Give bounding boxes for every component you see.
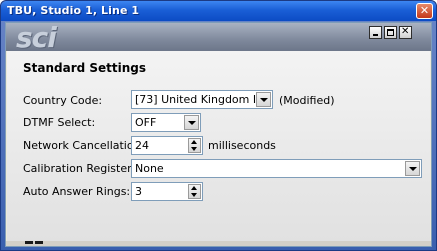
status-indicator: [35, 241, 43, 244]
calibration-register-label: Calibration Register:: [23, 162, 136, 175]
brand-bar: sci ✕: [6, 21, 431, 54]
country-code-label: Country Code:: [23, 94, 103, 107]
title-close-button[interactable]: ✕: [416, 3, 433, 19]
country-code-dropdown[interactable]: [73] United Kingdom II: [131, 90, 273, 109]
calibration-register-value: None: [135, 162, 164, 175]
inner-restore-button[interactable]: [384, 26, 397, 39]
window-title: TBU, Studio 1, Line 1: [7, 4, 140, 17]
auto-answer-rings-spinner[interactable]: 3: [131, 182, 203, 201]
chevron-down-icon[interactable]: [256, 92, 271, 107]
chevron-down-icon[interactable]: [184, 115, 199, 130]
dtmf-select-label: DTMF Select:: [23, 116, 96, 129]
spinner-arrows-icon[interactable]: [188, 138, 201, 153]
auto-answer-rings-label: Auto Answer Rings:: [23, 185, 131, 198]
country-code-modified-note: (Modified): [279, 94, 335, 107]
inner-panel: sci ✕ Standard Settings Country Code: [7…: [5, 21, 432, 247]
network-cancellation-label: Network Cancellation:: [23, 139, 145, 152]
status-bar: [6, 241, 431, 246]
network-cancellation-value: 24: [135, 139, 149, 152]
sci-logo: sci: [16, 21, 57, 54]
status-indicator: [25, 241, 33, 244]
auto-answer-rings-value: 3: [135, 185, 142, 198]
dtmf-select-value: OFF: [135, 116, 157, 129]
network-cancellation-unit: milliseconds: [208, 139, 276, 152]
calibration-register-dropdown[interactable]: None: [131, 159, 422, 178]
network-cancellation-spinner[interactable]: 24: [131, 136, 203, 155]
settings-panel: Standard Settings Country Code: [73] Uni…: [7, 51, 430, 241]
spinner-arrows-icon[interactable]: [188, 184, 201, 199]
inner-close-button[interactable]: ✕: [399, 26, 412, 39]
close-icon: ✕: [419, 4, 430, 17]
title-bar[interactable]: TBU, Studio 1, Line 1 ✕: [1, 1, 436, 21]
application-window: TBU, Studio 1, Line 1 ✕ sci ✕ Standard S…: [0, 0, 437, 251]
dtmf-select-dropdown[interactable]: OFF: [131, 113, 201, 132]
minimize-icon: [373, 34, 378, 36]
country-code-value: [73] United Kingdom II: [135, 93, 260, 106]
restore-icon: [387, 29, 394, 36]
chevron-down-icon[interactable]: [405, 161, 420, 176]
close-icon: ✕: [401, 26, 410, 37]
section-title: Standard Settings: [23, 61, 147, 75]
inner-minimize-button[interactable]: [369, 26, 382, 39]
